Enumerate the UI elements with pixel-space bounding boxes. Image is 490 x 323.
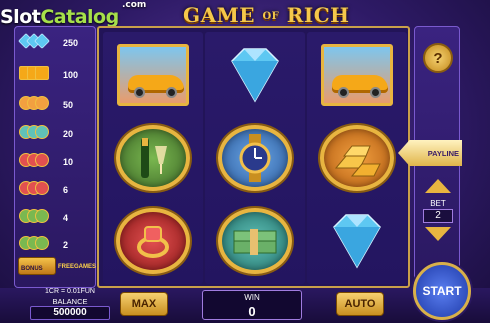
bet-increase-arrow-icon[interactable] bbox=[425, 179, 451, 193]
gold-bars-icon bbox=[19, 96, 49, 110]
paytable-value: 10 bbox=[63, 157, 74, 167]
ring-icon bbox=[116, 208, 190, 274]
bet-value: 2 bbox=[423, 209, 453, 223]
help-button[interactable]: ? bbox=[423, 43, 453, 73]
reels-area bbox=[97, 26, 410, 288]
wild-icon bbox=[19, 236, 49, 250]
paytable-row-wild: 2 bbox=[19, 234, 97, 256]
diamond-icon bbox=[220, 45, 290, 105]
reel-symbol-watch bbox=[210, 119, 300, 197]
start-button[interactable]: START bbox=[413, 262, 471, 320]
paytable-value: 100 bbox=[63, 70, 79, 80]
max-bet-button[interactable]: MAX bbox=[120, 292, 168, 316]
cash-icon bbox=[218, 208, 292, 274]
reel-symbol-gold-bars bbox=[312, 119, 402, 197]
bonus-icon: BONUS bbox=[18, 257, 56, 275]
paytable-value: 4 bbox=[63, 213, 69, 223]
watch-icon bbox=[19, 153, 49, 167]
ring-icon bbox=[19, 181, 49, 195]
diamond-icon bbox=[18, 33, 50, 49]
paytable-row-diamond: 250 bbox=[18, 32, 97, 54]
reel-symbol-car bbox=[108, 36, 198, 114]
watch-icon bbox=[218, 125, 292, 191]
bet-decrease-arrow-icon[interactable] bbox=[425, 227, 451, 241]
auto-spin-button[interactable]: AUTO bbox=[336, 292, 384, 316]
paytable-value: 250 bbox=[63, 38, 79, 48]
car-icon bbox=[321, 44, 393, 106]
bet-label: BET bbox=[430, 199, 446, 208]
payline-button[interactable]: PAYLINE bbox=[398, 140, 462, 166]
balance-label: BALANCE bbox=[52, 297, 88, 306]
reel-2 bbox=[205, 32, 305, 284]
car-icon bbox=[117, 44, 189, 106]
paytable-value: 50 bbox=[63, 100, 74, 110]
reel-symbol-car bbox=[312, 36, 402, 114]
win-value: 0 bbox=[248, 304, 256, 319]
champagne-icon bbox=[19, 209, 49, 223]
reel-symbol-diamond bbox=[312, 202, 402, 280]
reel-3 bbox=[307, 32, 407, 284]
cash-icon bbox=[19, 125, 49, 139]
paytable-row-ring: 6 bbox=[19, 179, 97, 201]
balance-value: 500000 bbox=[30, 306, 110, 320]
credit-ratio: 1CR = 0.01FUN bbox=[45, 288, 95, 295]
paytable-row-watch: 10 bbox=[19, 151, 97, 173]
reel-symbol-champagne bbox=[108, 119, 198, 197]
champagne-icon bbox=[116, 125, 190, 191]
paytable-row-cash: 20 bbox=[19, 123, 97, 145]
win-label: WIN bbox=[244, 293, 260, 302]
reel-symbol-ring bbox=[108, 202, 198, 280]
game-title: GAME OF RICH bbox=[183, 3, 350, 27]
paytable-panel: 250 100 50 20 10 6 4 2 bbox=[14, 26, 96, 288]
reel-symbol-diamond bbox=[210, 36, 300, 114]
freegames-label: FREEGAMES bbox=[58, 264, 97, 270]
car-icon bbox=[19, 66, 49, 80]
diamond-icon bbox=[322, 211, 392, 271]
reel-1 bbox=[103, 32, 203, 284]
paytable-row-car: 100 bbox=[19, 64, 97, 86]
paytable-row-gold-bars: 50 bbox=[19, 94, 97, 116]
paytable-value: 20 bbox=[63, 129, 74, 139]
paytable-row-champagne: 4 bbox=[19, 207, 97, 229]
paytable-value: 6 bbox=[63, 185, 69, 195]
slotcatalog-logo: SlotCatalog .com bbox=[0, 0, 147, 28]
paytable-value: 2 bbox=[63, 240, 69, 250]
gold-bars-icon bbox=[320, 125, 394, 191]
reel-symbol-cash bbox=[210, 202, 300, 280]
win-display: WIN 0 bbox=[202, 290, 302, 320]
